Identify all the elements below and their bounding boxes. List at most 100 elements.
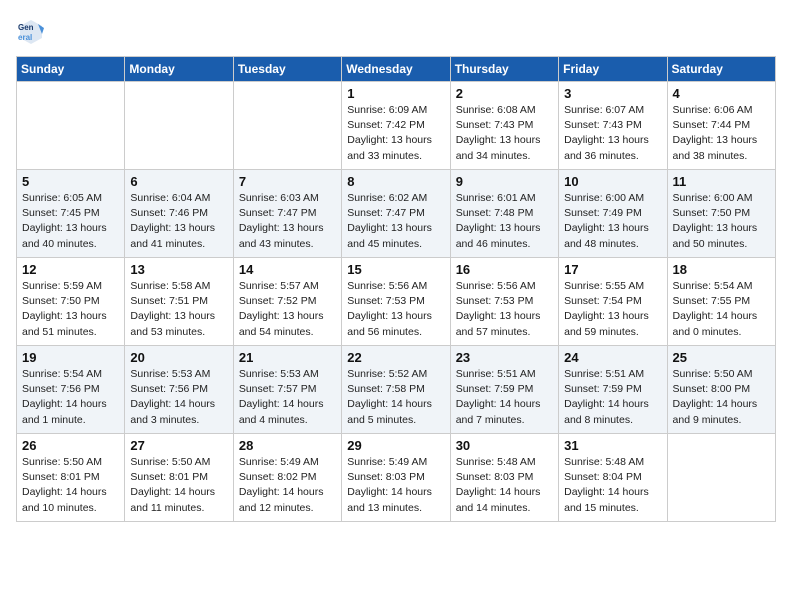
calendar-cell [125, 82, 233, 170]
weekday-header-tuesday: Tuesday [233, 57, 341, 82]
day-number: 4 [673, 86, 770, 101]
day-number: 11 [673, 174, 770, 189]
day-info: Sunrise: 5:56 AMSunset: 7:53 PMDaylight:… [347, 279, 444, 340]
calendar-cell: 27Sunrise: 5:50 AMSunset: 8:01 PMDayligh… [125, 434, 233, 522]
day-number: 13 [130, 262, 227, 277]
day-info: Sunrise: 5:56 AMSunset: 7:53 PMDaylight:… [456, 279, 553, 340]
day-number: 2 [456, 86, 553, 101]
day-number: 5 [22, 174, 119, 189]
day-number: 15 [347, 262, 444, 277]
day-info: Sunrise: 6:02 AMSunset: 7:47 PMDaylight:… [347, 191, 444, 252]
day-info: Sunrise: 5:48 AMSunset: 8:04 PMDaylight:… [564, 455, 661, 516]
calendar-cell [233, 82, 341, 170]
day-info: Sunrise: 5:58 AMSunset: 7:51 PMDaylight:… [130, 279, 227, 340]
day-number: 6 [130, 174, 227, 189]
calendar-cell: 22 Sunrise: 5:52 AMSunset: 7:58 PMDayligh… [342, 346, 450, 434]
calendar-cell: 18 Sunrise: 5:54 AMSunset: 7:55 PMDayligh… [667, 258, 775, 346]
calendar-cell [17, 82, 125, 170]
calendar-cell: 6 Sunrise: 6:04 AMSunset: 7:46 PMDaylight… [125, 170, 233, 258]
day-info: Sunrise: 5:50 AMSunset: 8:00 PMDaylight:… [673, 367, 770, 428]
logo: Gen eral [16, 16, 50, 46]
svg-text:eral: eral [18, 33, 32, 42]
day-number: 17 [564, 262, 661, 277]
day-info: Sunrise: 5:53 AMSunset: 7:57 PMDaylight:… [239, 367, 336, 428]
day-info: Sunrise: 5:54 AMSunset: 7:56 PMDaylight:… [22, 367, 119, 428]
calendar-cell: 16 Sunrise: 5:56 AMSunset: 7:53 PMDayligh… [450, 258, 558, 346]
calendar-cell: 21 Sunrise: 5:53 AMSunset: 7:57 PMDayligh… [233, 346, 341, 434]
calendar-cell: 2Sunrise: 6:08 AMSunset: 7:43 PMDaylight… [450, 82, 558, 170]
day-info: Sunrise: 6:01 AMSunset: 7:48 PMDaylight:… [456, 191, 553, 252]
calendar-cell: 11 Sunrise: 6:00 AMSunset: 7:50 PMDayligh… [667, 170, 775, 258]
calendar-cell: 26 Sunrise: 5:50 AMSunset: 8:01 PMDayligh… [17, 434, 125, 522]
calendar-cell: 8 Sunrise: 6:02 AMSunset: 7:47 PMDaylight… [342, 170, 450, 258]
day-number: 29 [347, 438, 444, 453]
calendar-cell: 20Sunrise: 5:53 AMSunset: 7:56 PMDayligh… [125, 346, 233, 434]
calendar-cell: 9 Sunrise: 6:01 AMSunset: 7:48 PMDaylight… [450, 170, 558, 258]
day-info: Sunrise: 5:53 AMSunset: 7:56 PMDaylight:… [130, 367, 227, 428]
day-number: 21 [239, 350, 336, 365]
page-header: Gen eral [16, 16, 776, 46]
day-info: Sunrise: 6:03 AMSunset: 7:47 PMDaylight:… [239, 191, 336, 252]
day-number: 1 [347, 86, 444, 101]
day-info: Sunrise: 5:50 AMSunset: 8:01 PMDaylight:… [130, 455, 227, 516]
calendar-week-row: 26 Sunrise: 5:50 AMSunset: 8:01 PMDayligh… [17, 434, 776, 522]
weekday-header-row: SundayMondayTuesdayWednesdayThursdayFrid… [17, 57, 776, 82]
calendar-cell: 7 Sunrise: 6:03 AMSunset: 7:47 PMDaylight… [233, 170, 341, 258]
calendar-cell: 24 Sunrise: 5:51 AMSunset: 7:59 PMDayligh… [559, 346, 667, 434]
day-info: Sunrise: 5:57 AMSunset: 7:52 PMDaylight:… [239, 279, 336, 340]
day-number: 18 [673, 262, 770, 277]
day-number: 26 [22, 438, 119, 453]
day-number: 22 [347, 350, 444, 365]
day-number: 12 [22, 262, 119, 277]
day-info: Sunrise: 5:55 AMSunset: 7:54 PMDaylight:… [564, 279, 661, 340]
day-number: 28 [239, 438, 336, 453]
day-number: 24 [564, 350, 661, 365]
calendar-cell: 13 Sunrise: 5:58 AMSunset: 7:51 PMDayligh… [125, 258, 233, 346]
day-info: Sunrise: 6:00 AMSunset: 7:49 PMDaylight:… [564, 191, 661, 252]
day-number: 7 [239, 174, 336, 189]
day-info: Sunrise: 6:09 AMSunset: 7:42 PMDaylight:… [347, 103, 444, 164]
day-number: 14 [239, 262, 336, 277]
calendar-cell: 3Sunrise: 6:07 AMSunset: 7:43 PMDaylight… [559, 82, 667, 170]
day-info: Sunrise: 6:00 AMSunset: 7:50 PMDaylight:… [673, 191, 770, 252]
svg-text:Gen: Gen [18, 23, 34, 32]
calendar-cell: 5Sunrise: 6:05 AMSunset: 7:45 PMDaylight… [17, 170, 125, 258]
calendar-cell [667, 434, 775, 522]
day-info: Sunrise: 5:59 AMSunset: 7:50 PMDaylight:… [22, 279, 119, 340]
day-info: Sunrise: 6:06 AMSunset: 7:44 PMDaylight:… [673, 103, 770, 164]
calendar-cell: 29 Sunrise: 5:49 AMSunset: 8:03 PMDayligh… [342, 434, 450, 522]
day-info: Sunrise: 5:49 AMSunset: 8:02 PMDaylight:… [239, 455, 336, 516]
calendar-cell: 14 Sunrise: 5:57 AMSunset: 7:52 PMDayligh… [233, 258, 341, 346]
day-info: Sunrise: 6:07 AMSunset: 7:43 PMDaylight:… [564, 103, 661, 164]
calendar-cell: 1 Sunrise: 6:09 AMSunset: 7:42 PMDaylight… [342, 82, 450, 170]
day-info: Sunrise: 5:50 AMSunset: 8:01 PMDaylight:… [22, 455, 119, 516]
day-number: 30 [456, 438, 553, 453]
day-info: Sunrise: 5:49 AMSunset: 8:03 PMDaylight:… [347, 455, 444, 516]
day-info: Sunrise: 5:52 AMSunset: 7:58 PMDaylight:… [347, 367, 444, 428]
calendar-cell: 19 Sunrise: 5:54 AMSunset: 7:56 PMDayligh… [17, 346, 125, 434]
calendar-cell: 17 Sunrise: 5:55 AMSunset: 7:54 PMDayligh… [559, 258, 667, 346]
day-info: Sunrise: 5:51 AMSunset: 7:59 PMDaylight:… [456, 367, 553, 428]
calendar-cell: 4 Sunrise: 6:06 AMSunset: 7:44 PMDaylight… [667, 82, 775, 170]
calendar-week-row: 19 Sunrise: 5:54 AMSunset: 7:56 PMDayligh… [17, 346, 776, 434]
weekday-header-thursday: Thursday [450, 57, 558, 82]
calendar-cell: 30Sunrise: 5:48 AMSunset: 8:03 PMDayligh… [450, 434, 558, 522]
calendar-week-row: 1 Sunrise: 6:09 AMSunset: 7:42 PMDaylight… [17, 82, 776, 170]
day-info: Sunrise: 6:04 AMSunset: 7:46 PMDaylight:… [130, 191, 227, 252]
day-number: 16 [456, 262, 553, 277]
day-number: 31 [564, 438, 661, 453]
calendar-cell: 28 Sunrise: 5:49 AMSunset: 8:02 PMDayligh… [233, 434, 341, 522]
calendar-week-row: 5Sunrise: 6:05 AMSunset: 7:45 PMDaylight… [17, 170, 776, 258]
day-info: Sunrise: 5:51 AMSunset: 7:59 PMDaylight:… [564, 367, 661, 428]
calendar-cell: 23Sunrise: 5:51 AMSunset: 7:59 PMDayligh… [450, 346, 558, 434]
calendar-week-row: 12 Sunrise: 5:59 AMSunset: 7:50 PMDayligh… [17, 258, 776, 346]
calendar-cell: 12 Sunrise: 5:59 AMSunset: 7:50 PMDayligh… [17, 258, 125, 346]
day-number: 9 [456, 174, 553, 189]
day-info: Sunrise: 5:54 AMSunset: 7:55 PMDaylight:… [673, 279, 770, 340]
weekday-header-saturday: Saturday [667, 57, 775, 82]
day-number: 8 [347, 174, 444, 189]
calendar-table: SundayMondayTuesdayWednesdayThursdayFrid… [16, 56, 776, 522]
day-number: 19 [22, 350, 119, 365]
weekday-header-friday: Friday [559, 57, 667, 82]
day-number: 10 [564, 174, 661, 189]
